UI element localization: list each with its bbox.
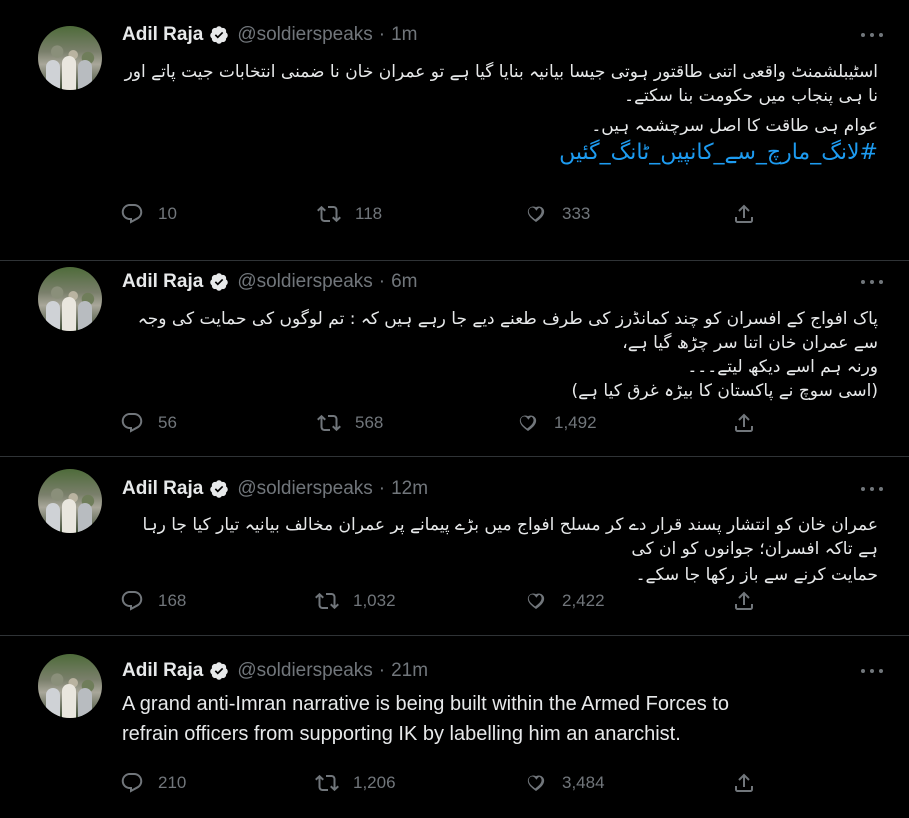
verified-badge-icon xyxy=(210,662,229,680)
tweet-actions: 210 1,206 3,484 xyxy=(120,771,760,795)
avatar[interactable] xyxy=(38,469,102,533)
tweet-text: پاک افواج کے افسران کو چند کمانڈرز کی طر… xyxy=(118,307,878,403)
reply-button[interactable]: 56 xyxy=(120,411,177,435)
separator-dot: · xyxy=(378,660,386,681)
retweet-icon xyxy=(317,205,341,223)
author-handle[interactable]: @soldierspeaks xyxy=(237,478,372,500)
tweet-text-line: حمایت کرنے سے باز رکھا جا سکے۔ xyxy=(635,565,878,585)
more-icon[interactable] xyxy=(861,487,883,493)
like-button[interactable]: 333 xyxy=(524,202,590,226)
retweet-icon xyxy=(315,592,339,610)
tweet-time[interactable]: 21m xyxy=(391,660,428,682)
tweet-header: Adil Raja @soldierspeaks · 1m xyxy=(122,24,418,46)
tweet-text: اسٹیبلشمنٹ واقعی اتنی طاقتور ہوتی جیسا ب… xyxy=(118,60,878,138)
retweet-button[interactable]: 568 xyxy=(317,411,383,435)
share-icon xyxy=(735,204,753,223)
tweet-time[interactable]: 6m xyxy=(391,271,417,293)
author-name[interactable]: Adil Raja xyxy=(122,478,203,500)
tweet-4[interactable]: Adil Raja @soldierspeaks · 21m A grand a… xyxy=(0,636,909,818)
heart-icon xyxy=(527,206,545,222)
retweet-count: 118 xyxy=(355,204,383,223)
share-button[interactable] xyxy=(732,411,770,435)
separator-dot: · xyxy=(378,271,386,292)
verified-badge-icon xyxy=(210,480,229,498)
tweet-text-line: اسٹیبلشمنٹ واقعی اتنی طاقتور ہوتی جیسا ب… xyxy=(124,62,878,106)
verified-badge-icon xyxy=(210,26,229,44)
tweet-text-line: refrain officers from supporting IK by l… xyxy=(122,723,681,745)
tweet-time[interactable]: 1m xyxy=(391,24,417,46)
retweet-icon xyxy=(315,774,339,792)
tweet-header: Adil Raja @soldierspeaks · 6m xyxy=(122,271,418,293)
like-button[interactable]: 2,422 xyxy=(524,589,605,613)
tweet-time[interactable]: 12m xyxy=(391,478,428,500)
tweet-text-line: A grand anti-Imran narrative is being bu… xyxy=(122,693,729,715)
share-icon xyxy=(735,591,753,610)
verified-badge-icon xyxy=(210,273,229,291)
more-icon[interactable] xyxy=(861,280,883,286)
tweet-text: A grand anti-Imran narrative is being bu… xyxy=(122,689,842,749)
tweet-text-line: پاک افواج کے افسران کو چند کمانڈرز کی طر… xyxy=(137,309,878,353)
reply-icon xyxy=(121,204,143,224)
hashtag-link[interactable]: #لانگ_مارچ_سے_کانپیں_ٹانگ_گئیں xyxy=(559,140,878,165)
retweet-button[interactable]: 1,206 xyxy=(315,771,396,795)
author-name[interactable]: Adil Raja xyxy=(122,24,203,46)
retweet-count: 568 xyxy=(355,413,384,432)
reply-icon xyxy=(121,413,143,433)
heart-icon xyxy=(527,593,545,609)
tweet-3[interactable]: Adil Raja @soldierspeaks · 12m عمران خان… xyxy=(0,457,909,636)
like-count: 2,422 xyxy=(562,591,605,610)
reply-count: 56 xyxy=(158,413,177,432)
avatar[interactable] xyxy=(38,267,102,331)
tweet-text-line: ورنہ ہم اسے دیکھ لیتے۔۔۔ xyxy=(687,357,878,377)
tweet-header: Adil Raja @soldierspeaks · 12m xyxy=(122,478,428,500)
author-handle[interactable]: @soldierspeaks xyxy=(237,660,372,682)
tweet-text-line: عوام ہی طاقت کا اصل سرچشمہ ہیں۔ xyxy=(591,116,878,136)
like-button[interactable]: 1,492 xyxy=(516,411,597,435)
more-icon[interactable] xyxy=(861,669,883,675)
share-icon xyxy=(735,413,753,432)
like-button[interactable]: 3,484 xyxy=(524,771,605,795)
tweet-header: Adil Raja @soldierspeaks · 21m xyxy=(122,660,428,682)
tweet-2[interactable]: Adil Raja @soldierspeaks · 6m پاک افواج … xyxy=(0,261,909,457)
tweet-actions: 10 118 333 xyxy=(120,202,760,226)
retweet-count: 1,206 xyxy=(353,773,396,792)
heart-icon xyxy=(527,775,545,791)
tweet-text: عمران خان کو انتشار پسند قرار دے کر مسلح… xyxy=(118,513,879,587)
like-count: 333 xyxy=(562,204,591,223)
more-icon[interactable] xyxy=(861,33,883,39)
like-count: 3,484 xyxy=(562,773,605,792)
retweet-icon xyxy=(317,414,341,432)
separator-dot: · xyxy=(378,24,386,45)
reply-icon xyxy=(121,591,143,611)
retweet-button[interactable]: 118 xyxy=(317,202,382,226)
retweet-button[interactable]: 1,032 xyxy=(315,589,396,613)
author-handle[interactable]: @soldierspeaks xyxy=(237,24,372,46)
author-handle[interactable]: @soldierspeaks xyxy=(237,271,372,293)
reply-button[interactable]: 210 xyxy=(120,771,186,795)
avatar[interactable] xyxy=(38,26,102,90)
retweet-count: 1,032 xyxy=(353,591,396,610)
heart-icon xyxy=(519,415,537,431)
reply-icon xyxy=(121,773,143,793)
tweet-1[interactable]: Adil Raja @soldierspeaks · 1m اسٹیبلشمنٹ… xyxy=(0,0,909,261)
reply-count: 10 xyxy=(158,204,177,223)
author-name[interactable]: Adil Raja xyxy=(122,271,203,293)
tweet-text-line: (اسی سوچ نے پاکستان کا بیڑہ غرق کیا ہے) xyxy=(571,381,878,401)
share-button[interactable] xyxy=(732,202,770,226)
tweet-actions: 168 1,032 2,422 xyxy=(120,589,760,613)
reply-button[interactable]: 10 xyxy=(120,202,177,226)
share-button[interactable] xyxy=(732,771,770,795)
reply-count: 168 xyxy=(158,591,187,610)
tweet-actions: 56 568 1,492 xyxy=(120,411,760,435)
share-button[interactable] xyxy=(732,589,770,613)
share-icon xyxy=(735,773,753,792)
reply-count: 210 xyxy=(158,773,187,792)
reply-button[interactable]: 168 xyxy=(120,589,186,613)
author-name[interactable]: Adil Raja xyxy=(122,660,203,682)
separator-dot: · xyxy=(378,478,386,499)
like-count: 1,492 xyxy=(554,413,597,432)
tweet-text-line: عمران خان کو انتشار پسند قرار دے کر مسلح… xyxy=(142,515,879,559)
avatar[interactable] xyxy=(38,654,102,718)
